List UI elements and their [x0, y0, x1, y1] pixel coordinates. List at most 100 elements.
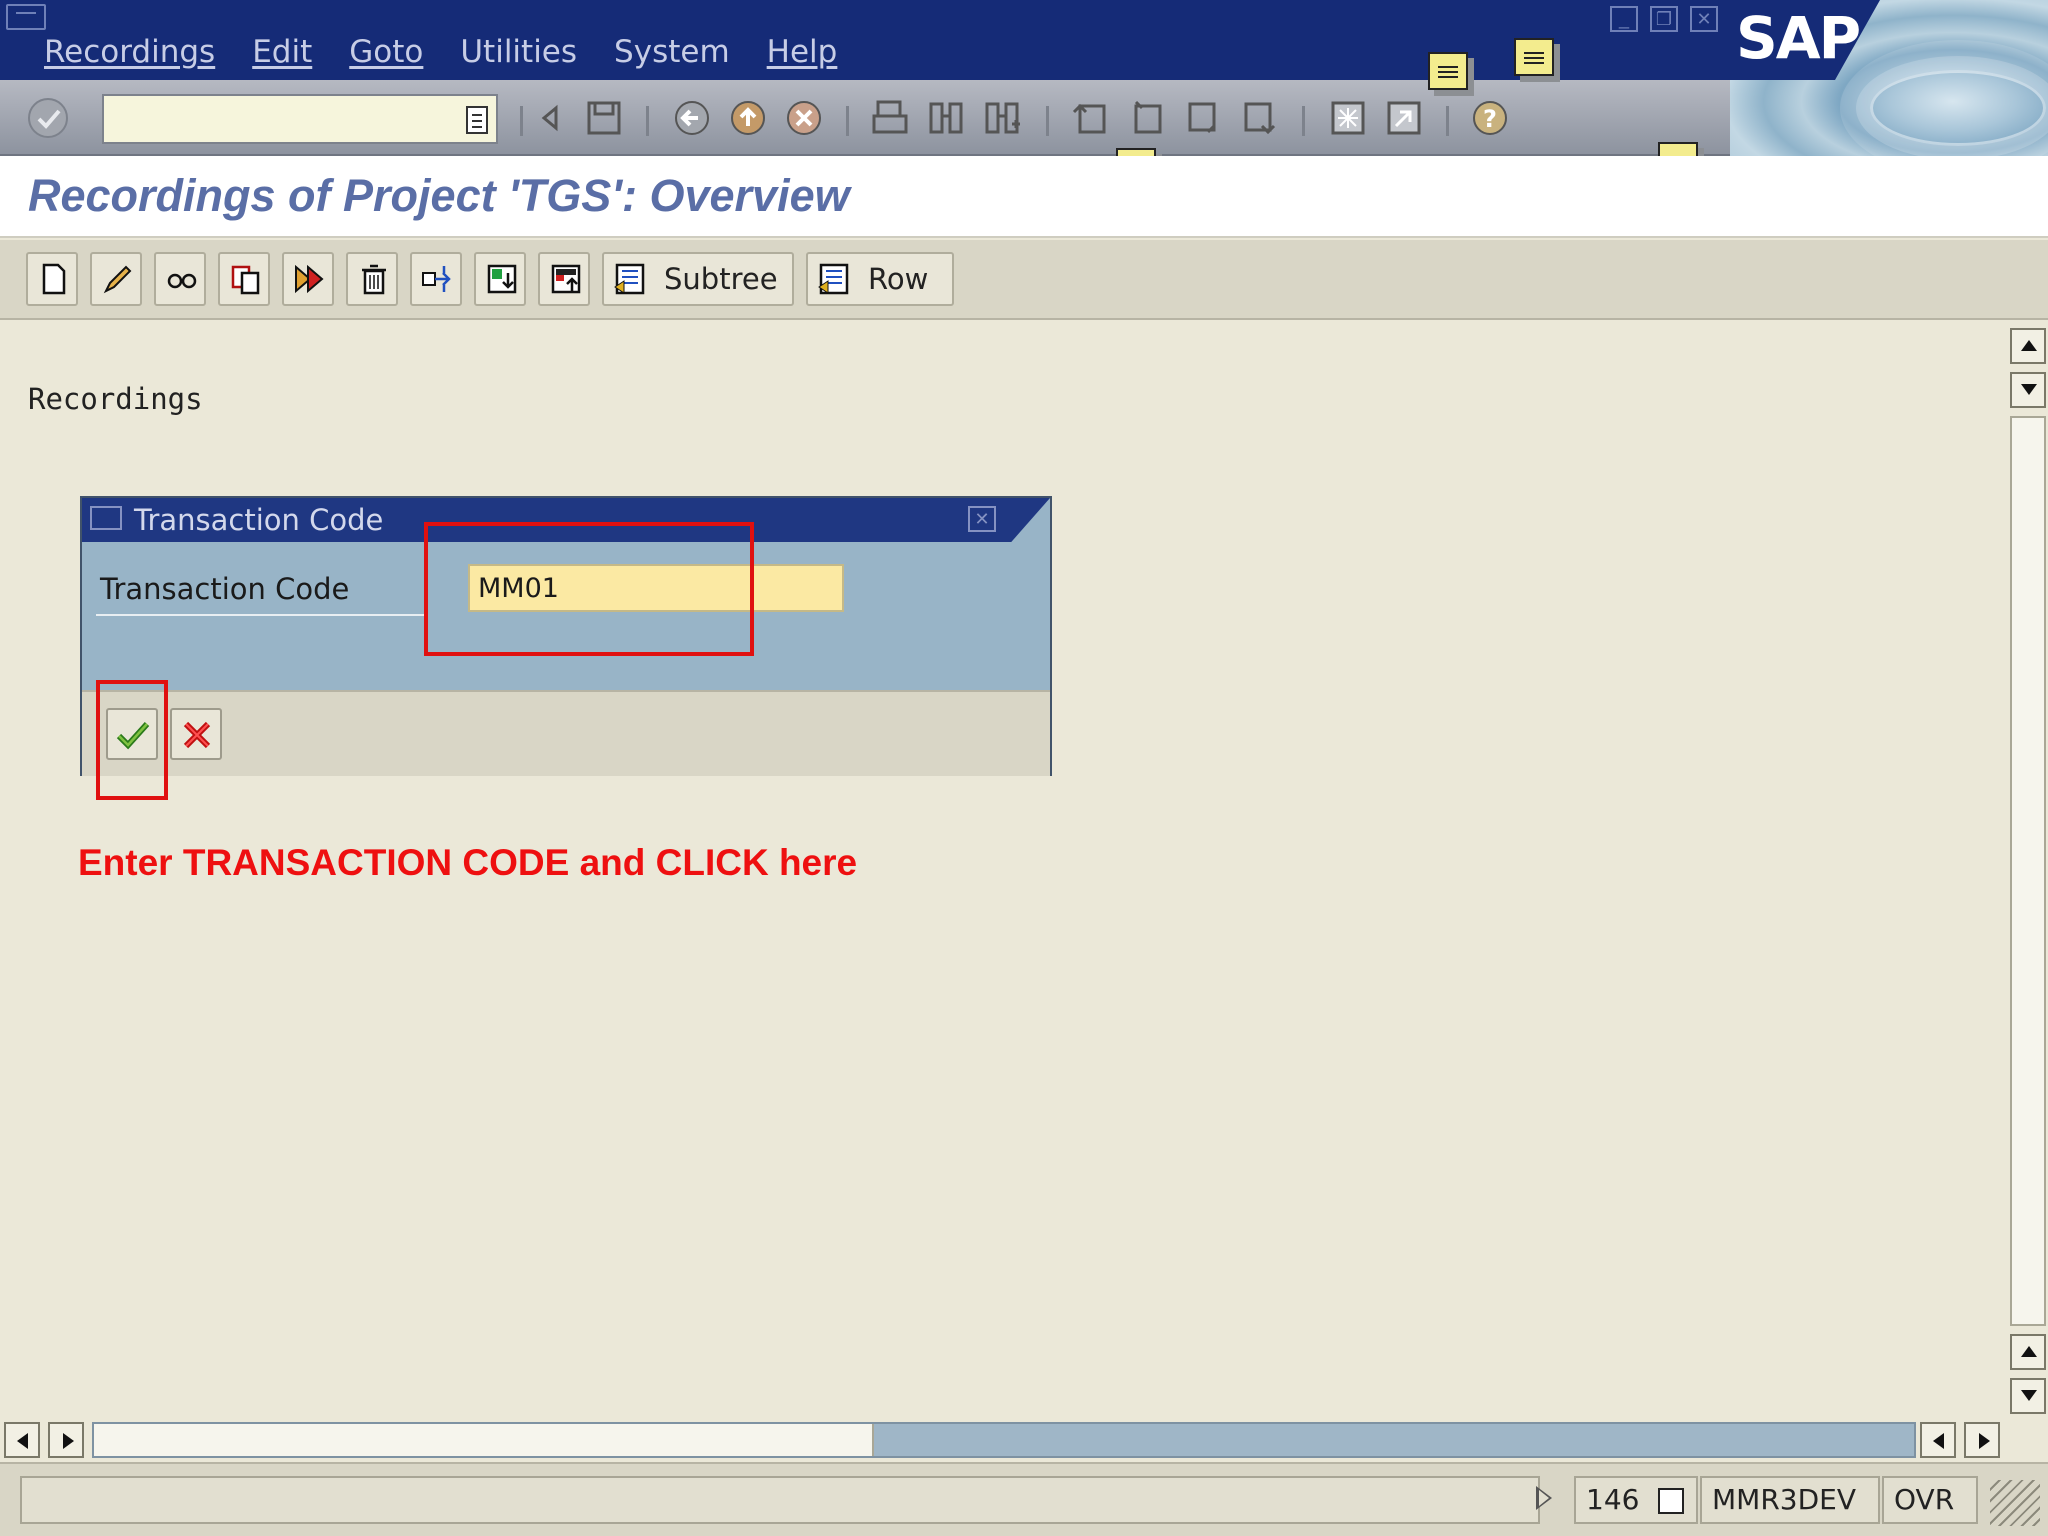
toolbar-separator [1046, 106, 1049, 136]
delete-icon [362, 264, 386, 295]
status-expand-icon[interactable] [1536, 1486, 1552, 1510]
vertical-scroll-track[interactable] [2010, 416, 2046, 1326]
change-button[interactable] [90, 252, 142, 306]
last-page-icon[interactable] [1238, 98, 1278, 138]
save-icon[interactable] [584, 98, 624, 138]
expand-row-icon [818, 263, 849, 295]
standard-toolbar: ? [0, 80, 1730, 156]
session-number-cell[interactable]: 146 [1574, 1476, 1698, 1524]
command-history-icon[interactable] [466, 106, 488, 134]
minimize-button[interactable]: _ [1610, 6, 1638, 32]
toolbar-separator [646, 106, 649, 136]
menu-utilities[interactable]: Utilities [460, 34, 577, 70]
scroll-up-button[interactable] [2010, 328, 2046, 364]
svg-text:?: ? [1483, 105, 1497, 133]
sap-logo-area: SAP [1730, 0, 2048, 156]
export-icon [551, 264, 581, 294]
window-controls: _ ❐ ✕ [1610, 6, 1718, 32]
delete-button[interactable] [346, 252, 398, 306]
enter-icon[interactable] [28, 98, 68, 138]
find-icon[interactable] [926, 98, 966, 138]
print-icon[interactable] [870, 98, 910, 138]
dialog-title: Transaction Code [134, 503, 384, 537]
first-page-icon[interactable] [1070, 98, 1110, 138]
back-nav-icon[interactable] [672, 98, 712, 138]
page-right-button[interactable] [1964, 1422, 2000, 1458]
back-icon[interactable] [530, 98, 570, 138]
create-icon [42, 263, 66, 295]
scroll-right-button[interactable] [48, 1422, 84, 1458]
horizontal-scroll-track[interactable] [92, 1422, 1916, 1458]
execute-icon [295, 264, 324, 294]
create-button[interactable] [26, 252, 78, 306]
find-next-icon[interactable] [982, 98, 1022, 138]
vertical-scrollbar[interactable] [2008, 322, 2048, 1418]
session-list-icon[interactable] [1658, 1488, 1685, 1514]
move-icon [422, 266, 451, 292]
toolbar-separator [1302, 106, 1305, 136]
sap-logo: SAP [1736, 4, 1861, 72]
window-menu-icon[interactable] [6, 4, 46, 30]
horizontal-scrollbar[interactable] [0, 1418, 2008, 1462]
menu-recordings[interactable]: Recordings [44, 34, 215, 70]
expand-subtree-button[interactable]: Subtree [602, 252, 794, 306]
dialog-menu-icon[interactable] [90, 506, 122, 530]
expand-row-label: Row [868, 262, 929, 296]
status-message-area [20, 1476, 1540, 1524]
page-left-button[interactable] [1920, 1422, 1956, 1458]
recordings-label: Recordings [28, 382, 203, 416]
copy-icon [231, 265, 260, 295]
resize-grip[interactable] [1990, 1480, 2040, 1526]
insert-mode-cell[interactable]: OVR [1882, 1476, 1978, 1524]
cancel-icon[interactable] [784, 98, 824, 138]
help-icon[interactable]: ? [1470, 98, 1510, 138]
next-page-icon[interactable] [1182, 98, 1222, 138]
field-label-underline [96, 614, 428, 616]
display-icon [167, 273, 197, 289]
expand-subtree-label: Subtree [664, 262, 778, 296]
note-icon[interactable] [1428, 52, 1468, 90]
note-icon[interactable] [1514, 38, 1554, 76]
red-x-icon [183, 721, 211, 749]
expand-subtree-icon [614, 263, 645, 295]
status-bar: 146 MMR3DEV OVR [0, 1462, 2048, 1536]
cancel-dialog-button[interactable] [170, 708, 222, 760]
menu-system[interactable]: System [614, 34, 730, 70]
scroll-left-button[interactable] [4, 1422, 40, 1458]
maximize-button[interactable]: ❐ [1650, 6, 1678, 32]
expand-row-button[interactable]: Row [806, 252, 954, 306]
application-toolbar: Subtree Row [0, 240, 2048, 320]
move-button[interactable] [410, 252, 462, 306]
previous-page-icon[interactable] [1126, 98, 1166, 138]
toolbar-separator [1446, 106, 1449, 136]
dialog-close-button[interactable]: ✕ [968, 506, 996, 532]
close-window-button[interactable]: ✕ [1690, 6, 1718, 32]
export-button[interactable] [538, 252, 590, 306]
horizontal-scroll-thumb[interactable] [94, 1424, 874, 1456]
import-icon [487, 264, 517, 294]
create-session-icon[interactable] [1328, 98, 1368, 138]
session-number: 146 [1586, 1483, 1640, 1516]
menu-help[interactable]: Help [767, 34, 838, 70]
server-cell: MMR3DEV [1700, 1476, 1880, 1524]
import-button[interactable] [474, 252, 526, 306]
shortcut-icon[interactable] [1384, 98, 1424, 138]
display-button[interactable] [154, 252, 206, 306]
page-down-button[interactable] [2010, 1378, 2046, 1414]
execute-button[interactable] [282, 252, 334, 306]
scroll-down-button[interactable] [2010, 372, 2046, 408]
toolbar-separator [846, 106, 849, 136]
page-title: Recordings of Project 'TGS': Overview [28, 170, 850, 221]
main-area: Recordings Transaction Code ✕ Transactio… [0, 322, 2008, 1418]
page-up-button[interactable] [2010, 1334, 2046, 1370]
command-field[interactable] [102, 94, 498, 144]
exit-icon[interactable] [728, 98, 768, 138]
change-icon [103, 265, 132, 294]
menu-goto[interactable]: Goto [349, 34, 423, 70]
menu-edit[interactable]: Edit [252, 34, 312, 70]
toolbar-separator [520, 106, 523, 136]
screen-title-bar: Recordings of Project 'TGS': Overview [0, 156, 2048, 238]
menu-bar: Recordings Edit Goto Utilities System He… [44, 34, 837, 70]
copy-button[interactable] [218, 252, 270, 306]
command-input[interactable] [110, 100, 450, 138]
